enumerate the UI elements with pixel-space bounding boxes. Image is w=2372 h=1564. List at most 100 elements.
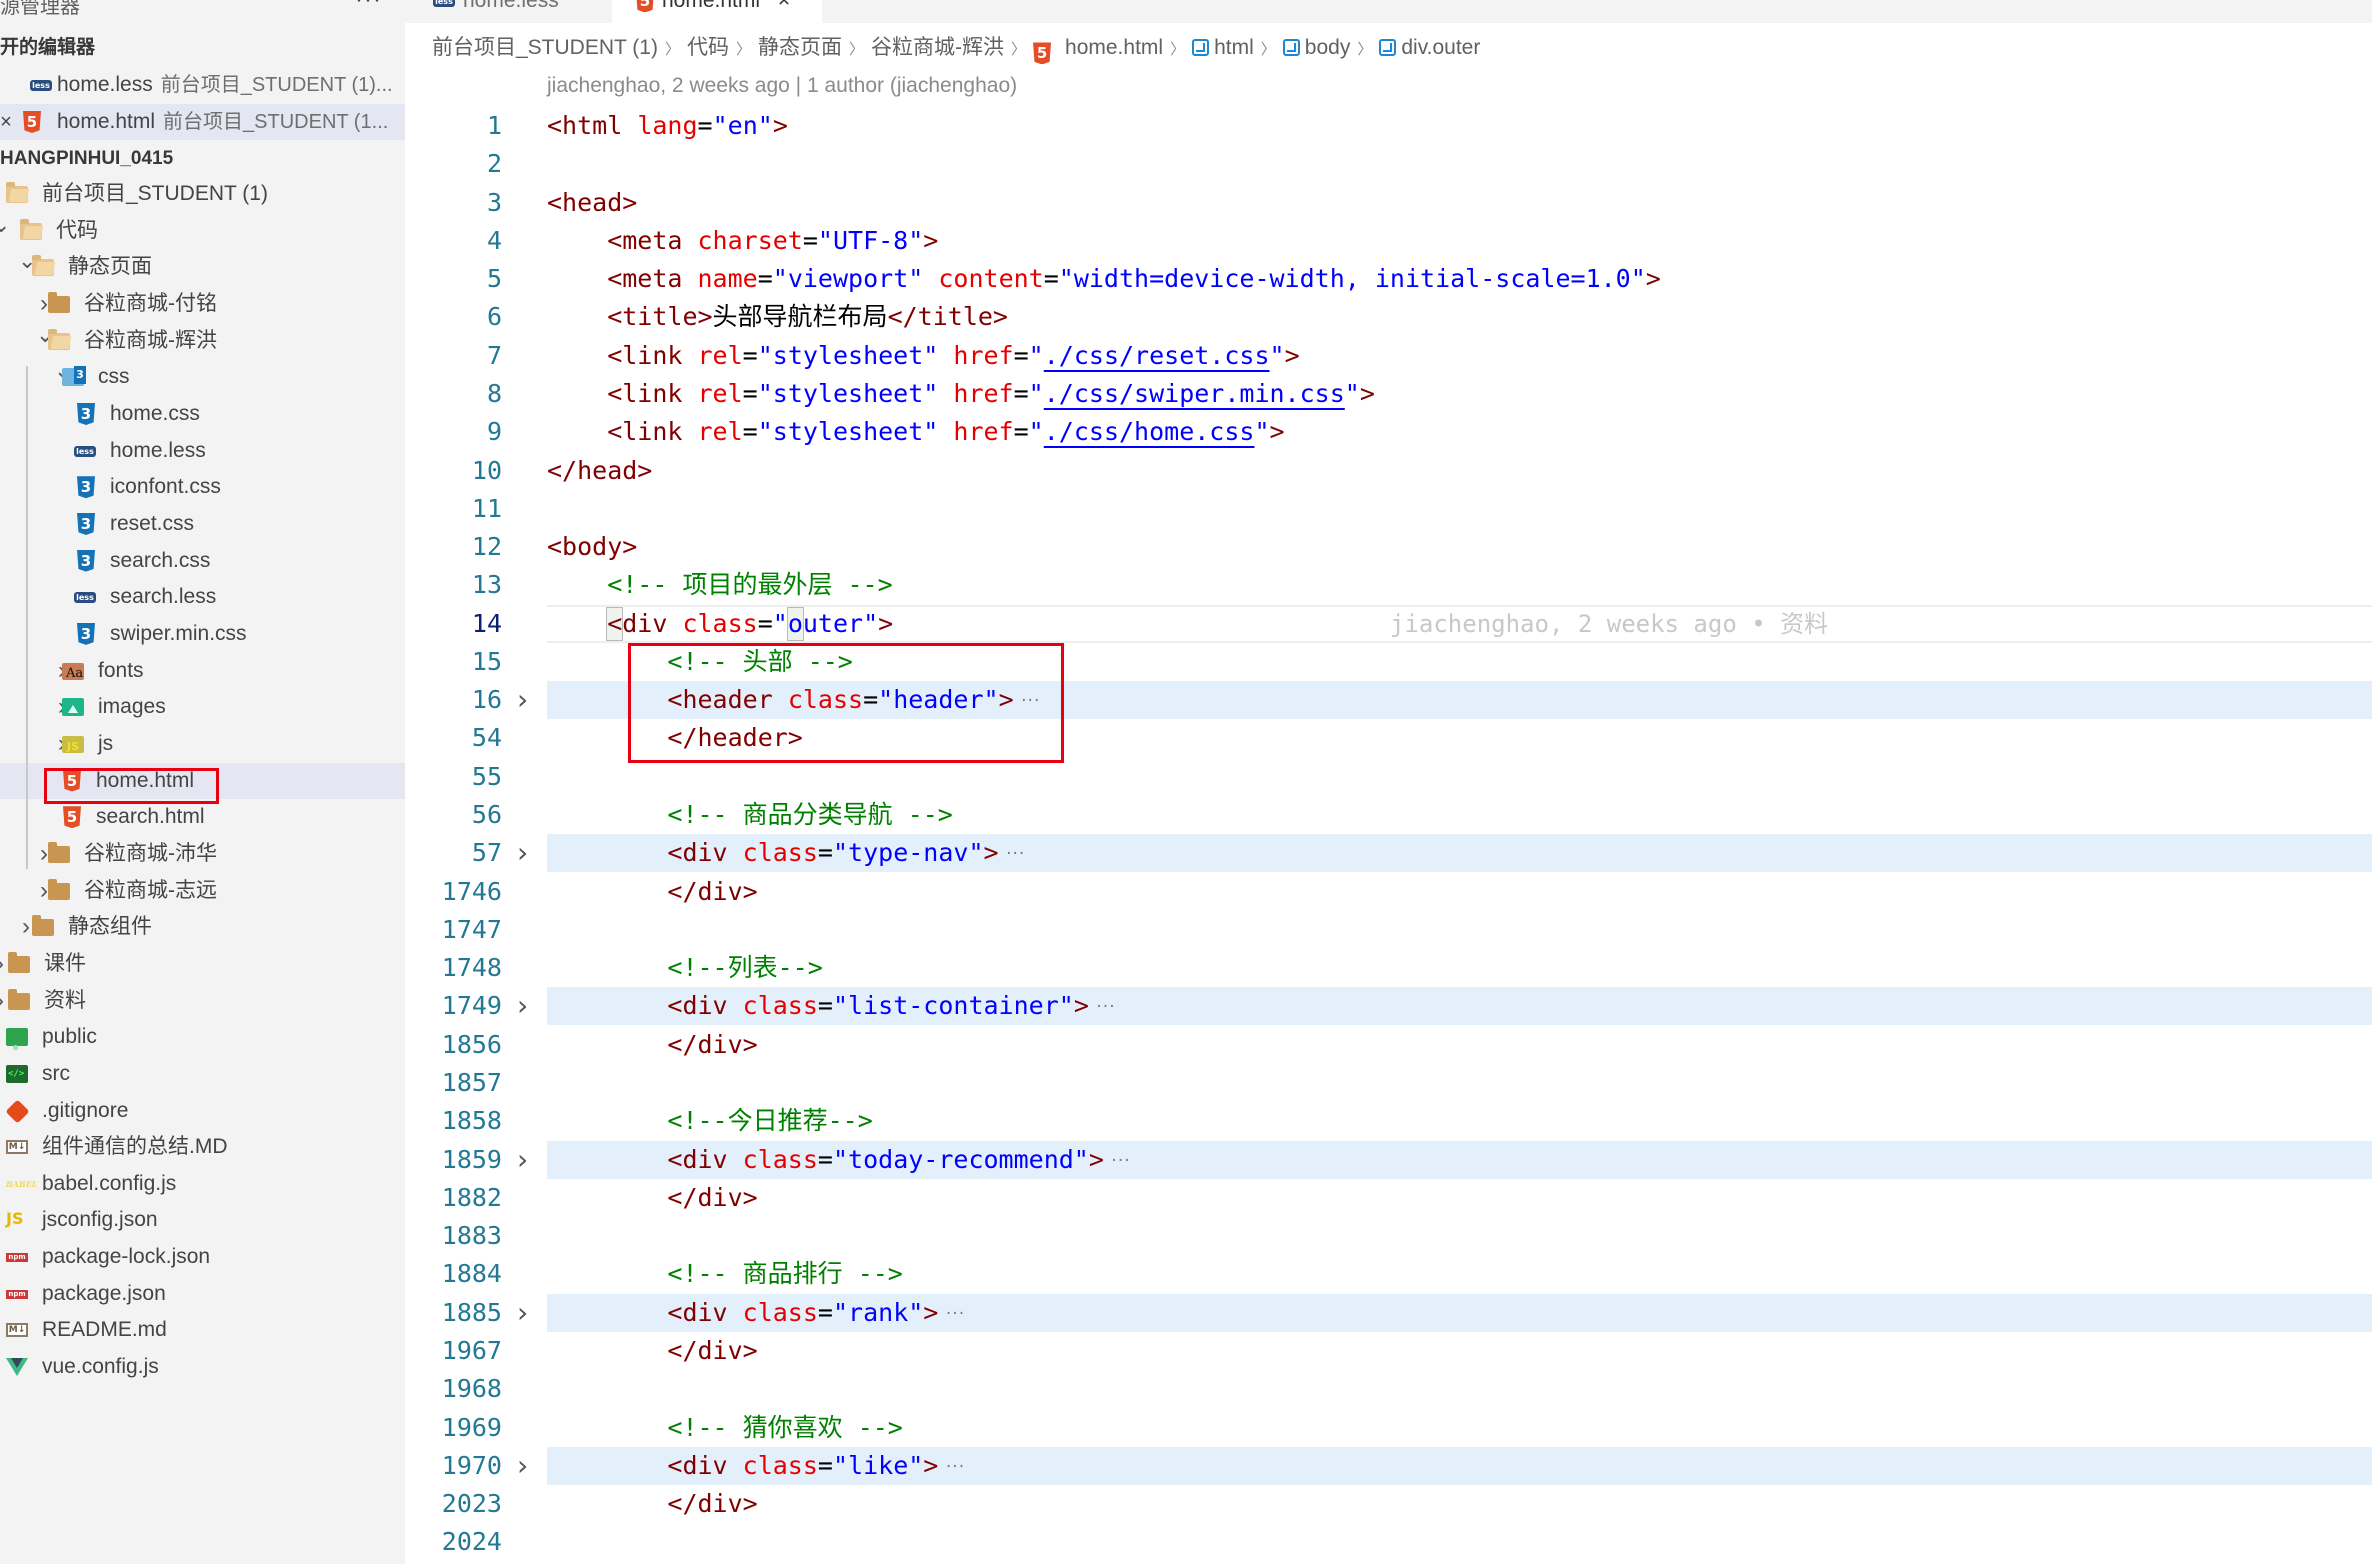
tree-item[interactable]: › 课件 xyxy=(0,946,405,982)
code-line[interactable]: 2024 xyxy=(405,1523,2372,1561)
fold-chevron-icon[interactable]: › xyxy=(517,1141,528,1179)
tree-item[interactable]: 3 iconfont.css xyxy=(0,469,405,505)
code-line[interactable]: 1 <html lang="en"> xyxy=(405,107,2372,145)
code-line[interactable]: 2 xyxy=(405,145,2372,183)
code-line[interactable]: 1859 › <div class="today-recommend"> ··· xyxy=(405,1140,2372,1180)
fold-chevron-icon[interactable]: › xyxy=(517,834,528,872)
breadcrumb-item[interactable]: 静态页面 xyxy=(758,30,842,66)
tree-item[interactable]: less home.less xyxy=(0,433,405,469)
workspace-header[interactable]: HANGPINHUI_0415 xyxy=(0,144,173,174)
tree-item[interactable]: .gitignore xyxy=(0,1093,405,1129)
tree-item[interactable]: › 谷粒商城-付铭 xyxy=(0,286,405,322)
tree-item[interactable]: src xyxy=(0,1056,405,1092)
folded-ellipsis-icon[interactable]: ··· xyxy=(1095,988,1116,1026)
fold-chevron-icon[interactable]: › xyxy=(517,681,528,719)
breadcrumb-item[interactable]: body xyxy=(1282,30,1350,66)
code-line[interactable]: 1748 <!--列表--> xyxy=(405,949,2372,987)
code-line[interactable]: 56 <!-- 商品分类导航 --> xyxy=(405,796,2372,834)
fold-chevron-icon[interactable]: › xyxy=(517,1294,528,1332)
code-line[interactable]: 12 <body> xyxy=(405,528,2372,566)
tree-item[interactable]: › 静态组件 xyxy=(0,909,405,945)
code-line[interactable]: 1882 </div> xyxy=(405,1179,2372,1217)
tree-item[interactable]: › 谷粒商城-志远 xyxy=(0,873,405,909)
tree-item[interactable]: BABEL babel.config.js xyxy=(0,1166,405,1202)
code-line[interactable]: 5 <meta name="viewport" content="width=de… xyxy=(405,260,2372,298)
tree-item[interactable]: ⌄ 静态页面 xyxy=(0,248,405,285)
tree-item[interactable]: npm package-lock.json xyxy=(0,1239,405,1275)
tree-item[interactable]: 5 home.html xyxy=(0,762,405,799)
code-line[interactable]: 1857 xyxy=(405,1064,2372,1102)
chevron-down-icon[interactable]: ⌄ xyxy=(0,207,10,243)
folded-ellipsis-icon[interactable]: ··· xyxy=(1020,682,1041,720)
code-line[interactable]: 13 <!-- 项目的最外层 --> xyxy=(405,566,2372,604)
inline-git-blame[interactable]: jiachenghao, 2 weeks ago • 资料 xyxy=(1390,605,1828,643)
tree-item[interactable]: public xyxy=(0,1019,405,1065)
code-line[interactable]: 14 <div class="outer"> jiachenghao, 2 week… xyxy=(405,604,2372,643)
code-line[interactable]: 10 </head> xyxy=(405,452,2372,490)
tree-item[interactable]: vue.config.js xyxy=(0,1349,405,1385)
folded-ellipsis-icon[interactable]: ··· xyxy=(944,1448,965,1486)
tree-item[interactable]: 3 reset.css xyxy=(0,506,405,542)
tab-close-icon[interactable]: × xyxy=(778,0,790,12)
breadcrumb-item[interactable]: div.outer xyxy=(1379,30,1480,66)
open-editors-header[interactable]: 开的编辑器 xyxy=(0,33,95,63)
chevron-right-icon[interactable]: › xyxy=(0,983,8,1019)
code-line[interactable]: 4 <meta charset="UTF-8"> xyxy=(405,222,2372,260)
git-blame-header[interactable]: jiachenghao, 2 weeks ago | 1 author (jia… xyxy=(547,70,1017,102)
code-line[interactable]: 15 <!-- 头部 --> xyxy=(405,643,2372,681)
folded-ellipsis-icon[interactable]: ··· xyxy=(1110,1142,1131,1180)
breadcrumb-item[interactable]: 谷粒商城-辉洪 xyxy=(871,30,1004,66)
code-line[interactable]: 9 <link rel="stylesheet" href="./css/home… xyxy=(405,413,2372,451)
tree-item[interactable]: › 谷粒商城-沛华 xyxy=(0,836,405,872)
close-icon[interactable]: × xyxy=(0,104,14,140)
code-line[interactable]: 3 <head> xyxy=(405,184,2372,222)
breadcrumb-item[interactable]: 代码 xyxy=(687,30,729,66)
open-editor-item[interactable]: less home.less 前台项目_STUDENT (1)... xyxy=(0,67,405,103)
tree-item[interactable]: 5 search.html xyxy=(0,799,405,835)
code-line[interactable]: 54 </header> xyxy=(405,719,2372,757)
code-line[interactable]: 1749 › <div class="list-container"> ··· xyxy=(405,987,2372,1026)
tab-home-less[interactable]: less home.less xyxy=(405,0,612,23)
tree-item[interactable]: ⌄ 代码 xyxy=(0,212,405,249)
tree-item[interactable]: M↓ README.md xyxy=(0,1312,405,1348)
code-line[interactable]: 1858 <!--今日推荐--> xyxy=(405,1102,2372,1140)
folded-ellipsis-icon[interactable]: ··· xyxy=(944,1295,965,1333)
breadcrumb-item[interactable]: html xyxy=(1192,30,1254,66)
code-line[interactable]: 1970 › <div class="like"> ··· xyxy=(405,1446,2372,1486)
code-line[interactable]: 6 <title>头部导航栏布局</title> xyxy=(405,298,2372,336)
tree-item[interactable]: JS jsconfig.json xyxy=(0,1202,405,1238)
code-line[interactable]: 1884 <!-- 商品排行 --> xyxy=(405,1255,2372,1293)
code-line[interactable]: 1746 </div> xyxy=(405,873,2372,911)
code-line[interactable]: 57 › <div class="type-nav"> ··· xyxy=(405,834,2372,873)
code-line[interactable]: 1967 </div> xyxy=(405,1332,2372,1370)
tree-item[interactable]: ›js xyxy=(0,726,405,762)
breadcrumb-item[interactable]: 前台项目_STUDENT (1) xyxy=(432,30,658,66)
code-line[interactable]: 1968 xyxy=(405,1370,2372,1408)
tree-item[interactable]: ›fonts xyxy=(0,653,405,689)
code-line[interactable]: 1883 xyxy=(405,1217,2372,1255)
tree-item[interactable]: 3 search.css xyxy=(0,543,405,579)
tree-item[interactable]: npm package.json xyxy=(0,1276,405,1312)
code-line[interactable]: 1885 › <div class="rank"> ··· xyxy=(405,1293,2372,1333)
breadcrumb-item[interactable]: 5 home.html xyxy=(1033,30,1163,66)
code-line[interactable]: 2023 </div> xyxy=(405,1485,2372,1523)
folded-ellipsis-icon[interactable]: ··· xyxy=(1005,835,1026,873)
code-line[interactable]: 1747 xyxy=(405,911,2372,949)
code-line[interactable]: 1969 <!-- 猜你喜欢 --> xyxy=(405,1409,2372,1447)
code-line[interactable]: 16 › <header class="header"> ··· xyxy=(405,681,2372,720)
code-line[interactable]: 8 <link rel="stylesheet" href="./css/swip… xyxy=(405,375,2372,413)
tree-item[interactable]: M↓ 组件通信的总结.MD xyxy=(0,1129,405,1165)
fold-chevron-icon[interactable]: › xyxy=(517,1447,528,1485)
tree-item[interactable]: › 资料 xyxy=(0,983,405,1019)
fold-chevron-icon[interactable]: › xyxy=(517,987,528,1025)
tree-item[interactable]: less search.less xyxy=(0,579,405,615)
tree-item[interactable]: 3 home.css xyxy=(0,396,405,432)
more-actions-icon[interactable]: ··· xyxy=(355,0,382,14)
tree-item[interactable]: 3 swiper.min.css xyxy=(0,616,405,652)
chevron-right-icon[interactable]: › xyxy=(0,946,8,982)
tree-item[interactable]: ›images xyxy=(0,689,405,725)
code-line[interactable]: 11 xyxy=(405,490,2372,528)
code-line[interactable]: 7 <link rel="stylesheet" href="./css/rese… xyxy=(405,337,2372,375)
code-line[interactable]: 55 xyxy=(405,758,2372,796)
open-editor-item[interactable]: × 5 home.html 前台项目_STUDENT (1... xyxy=(0,104,405,140)
